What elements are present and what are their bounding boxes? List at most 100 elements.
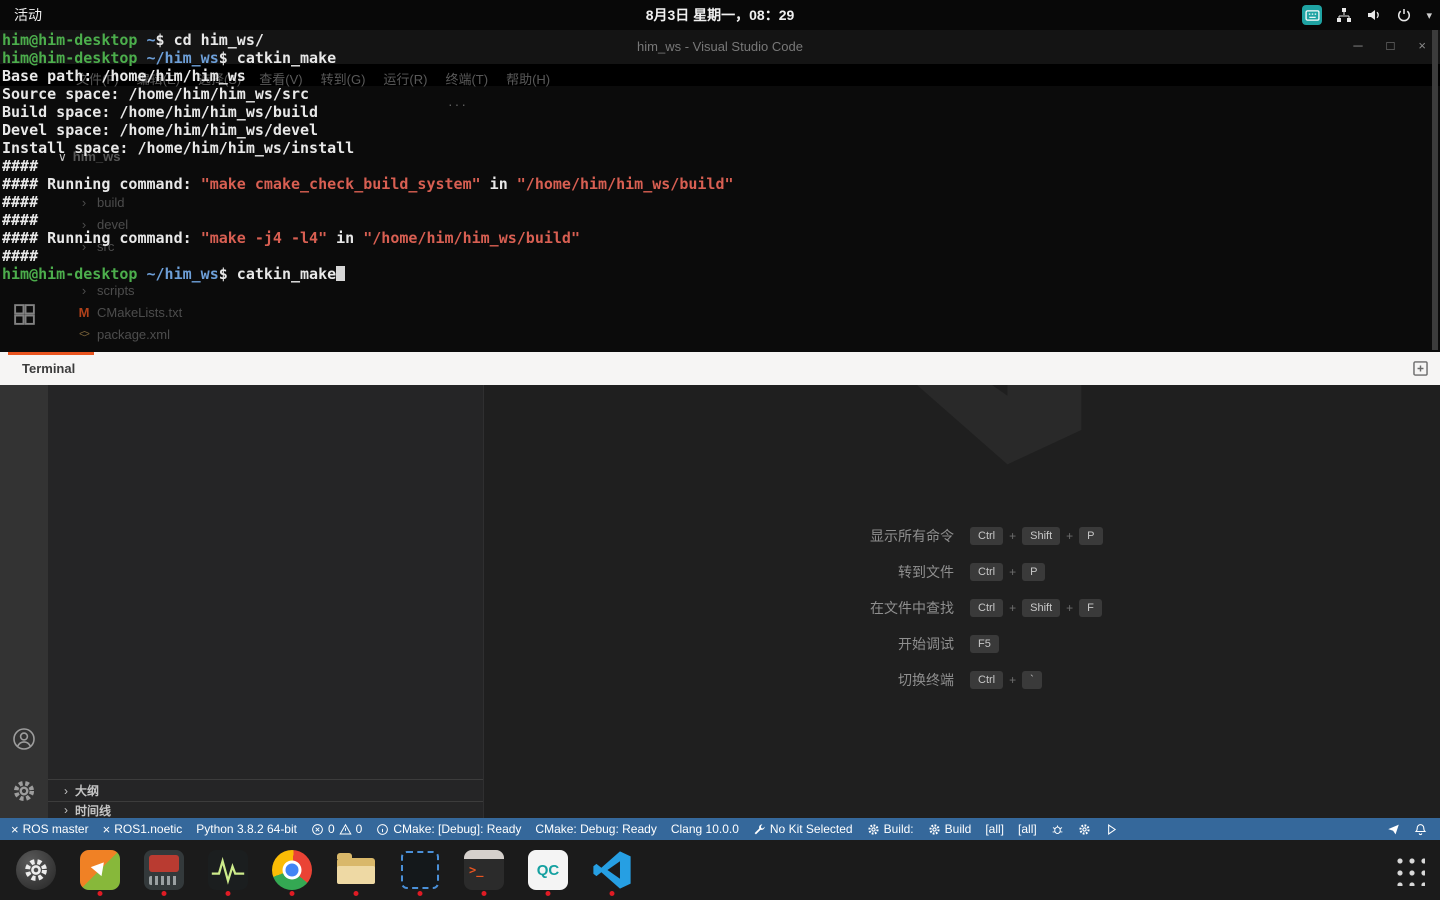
outline-section[interactable]: › 大纲 (48, 779, 483, 801)
desktop: 活动 8月3日 星期一，08：29 ▾ him_ws - Visual Stud… (0, 0, 1440, 900)
dock-software[interactable] (76, 842, 124, 898)
plus-separator: + (1009, 601, 1017, 615)
terminal-line: #### Running command: "make cmake_check_… (2, 175, 734, 193)
statusbar-item[interactable] (1098, 818, 1125, 840)
show-applications-button[interactable] (1390, 851, 1428, 889)
statusbar-item[interactable]: [all] (978, 818, 1011, 840)
terminal-line: #### (2, 211, 734, 229)
error-icon (312, 823, 323, 835)
dock-settings[interactable] (12, 842, 60, 898)
chrome-icon (272, 850, 312, 890)
dock-qgc[interactable]: QC (524, 842, 572, 898)
dock-chrome[interactable] (268, 842, 316, 898)
terminal-line: Base path: /home/him/him_ws (2, 67, 734, 85)
gear-icon (16, 850, 56, 890)
vscode-window: › 大纲 › 时间线 显示所有命令 Ctrl + Shift + P 转到文件 Ctrl + P 在… (0, 385, 1440, 818)
statusbar-item-text: [all] (985, 822, 1005, 836)
statusbar-item[interactable] (1071, 818, 1098, 840)
statusbar-item[interactable]: Python 3.8.2 64-bit (189, 818, 304, 840)
editor-welcome-area: 显示所有命令 Ctrl + Shift + P 转到文件 Ctrl + P 在文件中查找 Ctrl + S… (484, 385, 1440, 818)
statusbar-item-text: Clang 10.0.0 (670, 822, 739, 836)
statusbar-item[interactable] (1407, 818, 1434, 840)
statusbar-item[interactable] (1380, 818, 1407, 840)
settings-gear-icon[interactable] (12, 779, 36, 803)
activity-bar (0, 385, 48, 818)
explorer-item[interactable]: › scripts (78, 281, 135, 299)
terminal-text: $ cd him_ws/ (155, 31, 264, 49)
shortcut-keys: Ctrl + P (970, 563, 1280, 581)
bell-icon (1414, 823, 1427, 835)
terminal-text: Devel space: /home/him/him_ws/devel (2, 121, 319, 139)
chevron-down-icon[interactable]: ▾ (1426, 9, 1432, 22)
terminal-text: in (480, 175, 517, 193)
explorer-item[interactable]: M CMakeLists.txt (78, 303, 183, 321)
key-chip: P (1079, 527, 1103, 545)
dock-terminal[interactable]: >_ (460, 842, 508, 898)
statusbar-item[interactable]: × ROS master (4, 818, 96, 840)
outline-label: 大纲 (75, 784, 100, 798)
statusbar-item[interactable]: [all] (1011, 818, 1044, 840)
plus-separator: + (1066, 601, 1074, 615)
input-method-icon[interactable] (1302, 5, 1323, 25)
shortcut-label: 开始调试 (898, 636, 954, 652)
account-icon[interactable] (12, 727, 36, 751)
shortcut-keys: Ctrl + ` (970, 671, 1280, 689)
x-icon: × (102, 821, 111, 837)
explorer-item-label: package.xml (97, 326, 170, 342)
dropdown-terminal[interactable]: him_ws - Visual Studio Code ─ □ × 文件(F) 编… (0, 30, 1440, 352)
terminal-text: ~/him_ws (146, 265, 219, 283)
statusbar-item[interactable]: No Kit Selected (746, 818, 860, 840)
terminal-text: $ catkin_make (218, 49, 337, 67)
statusbar-item[interactable]: Build (921, 818, 979, 840)
dock-files[interactable] (332, 842, 380, 898)
terminal-tab[interactable]: Terminal (22, 352, 75, 385)
extensions-icon[interactable] (12, 302, 37, 327)
bug-icon (1052, 824, 1063, 834)
statusbar-item[interactable]: × ROS1.noetic (96, 818, 190, 840)
terminal-text: ~ (146, 31, 156, 49)
terminal-text: in (327, 229, 364, 247)
terminal-text: Build space: /home/him/him_ws/build (2, 103, 319, 121)
dock-vscode[interactable] (588, 842, 636, 898)
running-indicator (353, 891, 359, 896)
terminal-text: #### Running command: (2, 175, 201, 193)
network-icon[interactable] (1336, 7, 1352, 23)
statusbar-item[interactable]: 00 (304, 818, 369, 840)
timeline-section[interactable]: › 时间线 (48, 801, 483, 818)
terminal-output[interactable]: him@him-desktop ~$ cd him_ws/him@him-des… (2, 31, 734, 283)
running-indicator (545, 891, 551, 896)
statusbar-item-text: Build (944, 822, 972, 836)
dock-select[interactable] (396, 842, 444, 898)
power-icon[interactable] (1396, 7, 1412, 23)
shortcut-keys: Ctrl + Shift + F (970, 599, 1280, 617)
explorer-item-label: CMakeLists.txt (97, 304, 183, 320)
software-store-icon (80, 850, 120, 890)
terminal-scrollbar[interactable] (1432, 30, 1438, 350)
qgroundcontrol-icon: QC (528, 850, 568, 890)
new-tab-icon[interactable] (1411, 359, 1430, 378)
key-chip: Ctrl (970, 563, 1004, 581)
dock-scope[interactable] (204, 842, 252, 898)
terminal-text: ~/him_ws (146, 49, 219, 67)
feedback-icon (1388, 824, 1399, 834)
terminal-app-icon: >_ (464, 850, 504, 890)
gear-icon (1079, 823, 1090, 835)
close-icon[interactable]: × (1418, 38, 1426, 53)
key-chip: Ctrl (970, 599, 1004, 617)
volume-icon[interactable] (1366, 7, 1382, 23)
statusbar-item[interactable]: Clang 10.0.0 (664, 818, 746, 840)
terminal-line: Install space: /home/him/him_ws/install (2, 139, 734, 157)
minimize-icon[interactable]: ─ (1353, 38, 1362, 53)
explorer-item[interactable]: <> package.xml (78, 325, 170, 343)
statusbar-item-text: CMake: [Debug]: Ready (393, 822, 522, 836)
clock[interactable]: 8月3日 星期一，08：29 (0, 0, 1440, 30)
statusbar-item[interactable]: CMake: Debug: Ready (528, 818, 663, 840)
statusbar-item-text: 0 (355, 822, 363, 836)
statusbar-item[interactable]: Build: (860, 818, 921, 840)
statusbar-item[interactable]: CMake: [Debug]: Ready (369, 818, 528, 840)
maximize-icon[interactable]: □ (1387, 38, 1395, 53)
shortcut-row: 开始调试 F5 (484, 626, 1440, 662)
dock-boxes[interactable] (140, 842, 188, 898)
statusbar-item[interactable] (1044, 818, 1071, 840)
